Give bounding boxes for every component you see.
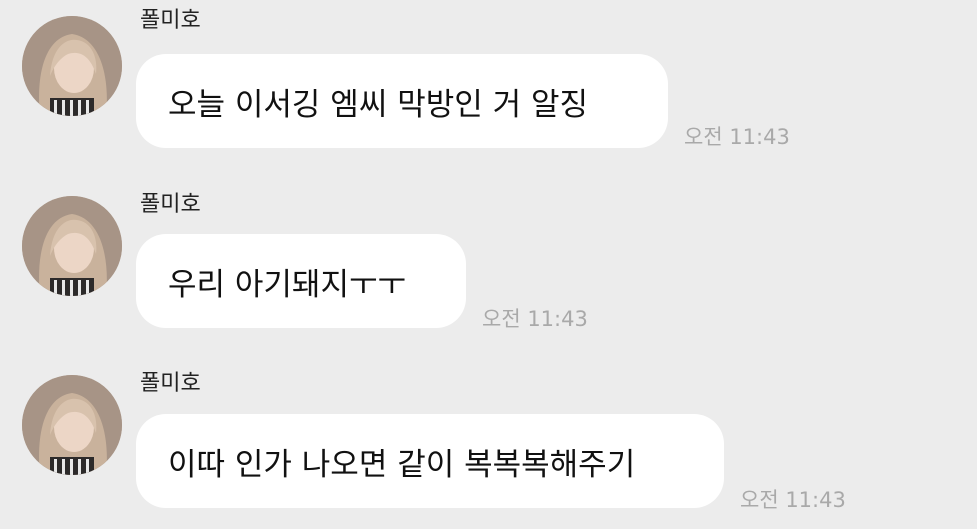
sender-name: 폴미호 xyxy=(140,8,201,33)
message-bubble[interactable]: 이따 인가 나오면 같이 복복복해주기 xyxy=(136,414,724,508)
profile-photo-icon xyxy=(22,16,122,116)
sender-name: 폴미호 xyxy=(140,192,201,217)
message-timestamp: 오전 11:43 xyxy=(684,125,790,149)
avatar[interactable] xyxy=(22,16,122,116)
message-bubble[interactable]: 오늘 이서깅 엠씨 막방인 거 알징 xyxy=(136,54,668,148)
message-timestamp: 오전 11:43 xyxy=(482,307,588,331)
profile-photo-icon xyxy=(22,196,122,296)
profile-photo-icon xyxy=(22,375,122,475)
message-timestamp: 오전 11:43 xyxy=(740,488,846,512)
message-bubble[interactable]: 우리 아기돼지ㅜㅜ xyxy=(136,234,466,328)
avatar[interactable] xyxy=(22,375,122,475)
avatar[interactable] xyxy=(22,196,122,296)
sender-name: 폴미호 xyxy=(140,371,201,396)
